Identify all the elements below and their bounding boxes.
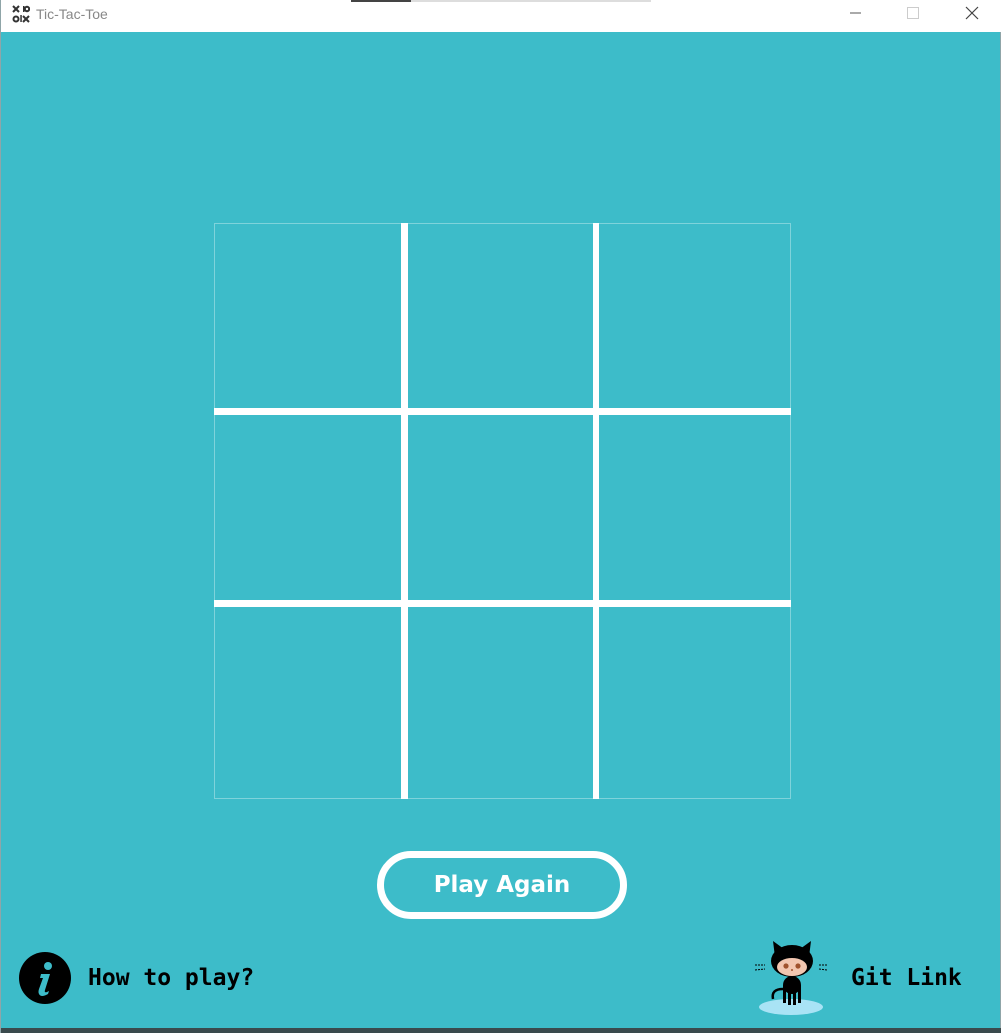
title-progress-bar	[351, 0, 651, 2]
tic-tac-toe-app-icon	[12, 5, 30, 23]
maximize-button[interactable]	[889, 0, 935, 30]
board-cell[interactable]	[215, 609, 402, 798]
board-cell[interactable]	[408, 609, 594, 798]
how-to-play-link[interactable]: How to play?	[88, 965, 254, 991]
title-progress-fill	[351, 0, 411, 2]
board-cell[interactable]	[408, 417, 594, 602]
close-icon	[965, 6, 979, 20]
board-cell[interactable]	[215, 224, 402, 410]
board-cell[interactable]	[600, 609, 790, 798]
info-icon[interactable]	[19, 952, 71, 1004]
minimize-icon	[850, 12, 861, 14]
play-again-button[interactable]: Play Again	[377, 851, 627, 919]
octocat-icon[interactable]	[753, 937, 827, 1017]
board-cell[interactable]	[600, 417, 790, 602]
title-bar[interactable]: Tic-Tac-Toe	[1, 0, 1001, 32]
game-board	[214, 223, 791, 799]
app-window: Tic-Tac-Toe Play Again How to play? Git …	[0, 0, 1001, 1033]
window-bottom-edge	[1, 1028, 1001, 1033]
git-link[interactable]: Git Link	[851, 965, 962, 991]
window-title: Tic-Tac-Toe	[36, 6, 108, 22]
maximize-icon	[907, 7, 919, 19]
grid-line-vertical	[593, 223, 599, 799]
minimize-button[interactable]	[832, 0, 878, 30]
board-cell[interactable]	[215, 417, 402, 602]
grid-line-vertical	[401, 223, 408, 799]
grid-line-horizontal	[214, 408, 791, 415]
board-cell[interactable]	[600, 224, 790, 410]
grid-line-horizontal	[214, 600, 791, 607]
board-cell[interactable]	[408, 224, 594, 410]
close-button[interactable]	[948, 0, 994, 30]
